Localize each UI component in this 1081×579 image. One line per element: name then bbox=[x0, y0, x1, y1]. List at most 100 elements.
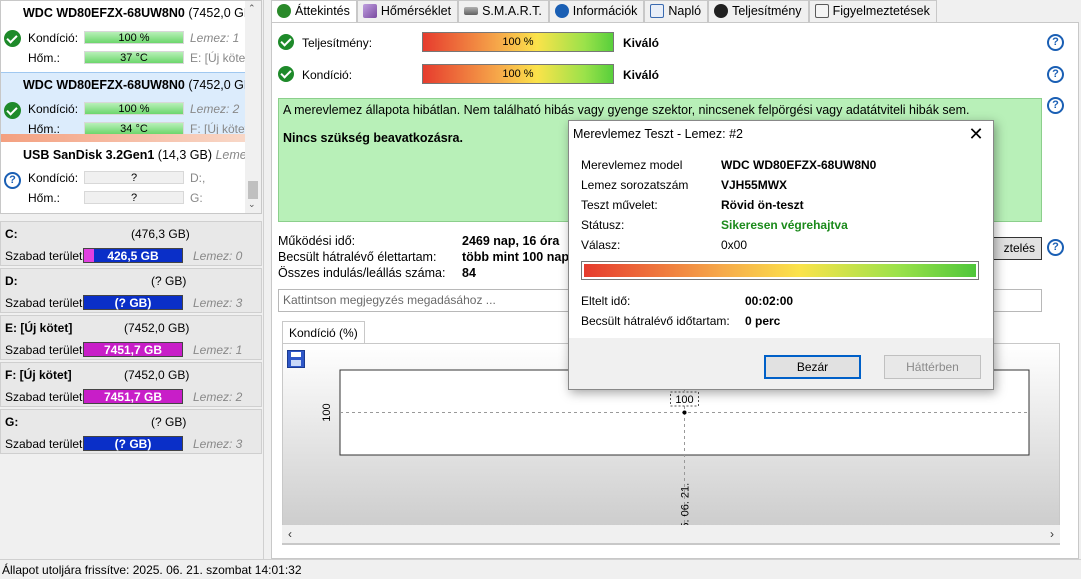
remaining-label: Becsült hátralévő időtartam: bbox=[581, 314, 730, 328]
scroll-thumb[interactable] bbox=[248, 181, 258, 199]
elapsed-value: 00:02:00 bbox=[745, 294, 794, 308]
dialog-body: Merevlemez model WDC WD80EFZX-68UW8N0 Le… bbox=[569, 148, 993, 338]
close-icon[interactable]: ✕ bbox=[967, 125, 985, 143]
dialog-field-value: VJH55MWX bbox=[721, 178, 788, 192]
scroll-down-icon[interactable]: ⌄ bbox=[248, 199, 256, 210]
smart-icon bbox=[464, 7, 479, 15]
dialog-field-label: Merevlemez model bbox=[581, 158, 683, 172]
free-space-bar: 7451,7 GB bbox=[83, 342, 183, 357]
disk-name: WDC WD80EFZX-68UW8N0 bbox=[23, 6, 185, 20]
volume-disk-index: Lemez: 2 bbox=[193, 390, 243, 404]
tab-label: Teljesítmény bbox=[732, 4, 802, 18]
help-icon[interactable]: ? bbox=[1047, 239, 1064, 256]
temp-label: Hőm.: bbox=[28, 122, 61, 136]
volume-name: E: [Új kötet] bbox=[5, 321, 73, 335]
background-button[interactable]: Háttérben bbox=[884, 355, 981, 379]
test-progress-fill bbox=[584, 264, 976, 277]
free-space-value: 426,5 GB bbox=[107, 249, 159, 263]
free-space-value: 7451,7 GB bbox=[103, 390, 163, 404]
stat-label: Működési idő: bbox=[278, 234, 356, 248]
disk-item[interactable]: USB SanDisk 3.2Gen1 (14,3 GB) Lemez: 3 ?… bbox=[1, 143, 261, 213]
volume-disk-index: Lemez: 3 bbox=[193, 437, 243, 451]
free-space-bar: 426,5 GB bbox=[83, 248, 183, 263]
help-icon[interactable]: ? bbox=[1047, 34, 1064, 51]
volume-item[interactable]: G: (? GB) Szabad terület (? GB) Lemez: 3 bbox=[0, 409, 262, 454]
volume-capacity: (7452,0 GB) bbox=[124, 321, 190, 335]
free-space-value: (? GB) bbox=[114, 296, 152, 310]
help-icon[interactable]: ? bbox=[1047, 97, 1064, 114]
remaining-value: 0 perc bbox=[745, 314, 781, 328]
data-label: 100 bbox=[675, 394, 693, 406]
performance-label: Teljesítmény: bbox=[302, 36, 373, 50]
status-description: A merevlemez állapota hibátlan. Nem talá… bbox=[283, 103, 970, 117]
disk-name: USB SanDisk 3.2Gen1 bbox=[23, 148, 155, 162]
ok-check-icon bbox=[278, 34, 294, 50]
disk-capacity: (14,3 GB) bbox=[157, 148, 212, 162]
tab-information[interactable]: Információk bbox=[548, 0, 645, 22]
test-progress-bar bbox=[581, 261, 979, 280]
dialog-titlebar: Merevlemez Teszt - Lemez: #2 ✕ bbox=[569, 121, 993, 148]
log-icon bbox=[650, 4, 665, 18]
tab-bar: Áttekintés Hőmérséklet S.M.A.R.T. Inform… bbox=[271, 0, 937, 24]
disk-index: Lemez: 2 bbox=[190, 102, 240, 116]
free-space-label: Szabad terület bbox=[5, 437, 83, 451]
scroll-left-icon[interactable]: ‹ bbox=[288, 527, 292, 541]
alerts-icon bbox=[814, 4, 829, 18]
tab-temperature[interactable]: Hőmérséklet bbox=[356, 0, 459, 22]
volume-disk-index: Lemez: 3 bbox=[193, 296, 243, 310]
volume-capacity: (? GB) bbox=[151, 415, 187, 429]
temp-label: Hőm.: bbox=[28, 51, 61, 65]
elapsed-label: Eltelt idő: bbox=[581, 294, 631, 308]
chart-scrollbar[interactable]: ‹ › bbox=[282, 525, 1060, 543]
tab-log[interactable]: Napló bbox=[644, 0, 709, 22]
stat-value: 84 bbox=[462, 266, 476, 280]
health-label: Kondíció: bbox=[302, 68, 353, 82]
temp-bar: ? bbox=[84, 191, 184, 204]
free-space-value: 7451,7 GB bbox=[103, 343, 163, 357]
health-bar: ? bbox=[84, 171, 184, 184]
volume-item[interactable]: D: (? GB) Szabad terület (? GB) Lemez: 3 bbox=[0, 268, 262, 313]
close-button[interactable]: Bezár bbox=[764, 355, 861, 379]
tab-alerts[interactable]: Figyelmeztetések bbox=[808, 0, 937, 22]
performance-rating: Kiváló bbox=[623, 36, 660, 50]
performance-icon bbox=[714, 4, 729, 18]
help-icon[interactable]: ? bbox=[1047, 66, 1064, 83]
used-space-fill bbox=[84, 249, 94, 262]
left-panel: WDC WD80EFZX-68UW8N0 (7452,0 GB) Kondíci… bbox=[0, 0, 264, 559]
chart-tab-health[interactable]: Kondíció (%) bbox=[282, 321, 365, 343]
scroll-right-icon[interactable]: › bbox=[1050, 527, 1054, 541]
volume-item[interactable]: C: (476,3 GB) Szabad terület 426,5 GB Le… bbox=[0, 221, 262, 266]
volume-disk-index: Lemez: 1 bbox=[193, 343, 243, 357]
temp-label: Hőm.: bbox=[28, 191, 61, 205]
dialog-field-value: 0x00 bbox=[721, 238, 748, 252]
disk-item[interactable]: WDC WD80EFZX-68UW8N0 (7452,0 GB) Kondíci… bbox=[1, 1, 256, 71]
free-space-label: Szabad terület bbox=[5, 249, 83, 263]
free-space-label: Szabad terület bbox=[5, 343, 83, 357]
dialog-field-value: Rövid ön-teszt bbox=[721, 198, 804, 212]
disk-list-scrollbar[interactable]: ⌃ ⌄ bbox=[245, 1, 261, 213]
free-space-value: (? GB) bbox=[114, 437, 152, 451]
tab-label: Figyelmeztetések bbox=[832, 4, 930, 18]
stat-label: Becsült hátralévő élettartam: bbox=[278, 250, 437, 264]
dialog-field-value: WDC WD80EFZX-68UW8N0 bbox=[721, 158, 877, 172]
health-label: Kondíció: bbox=[28, 31, 79, 45]
scroll-up-icon[interactable]: ⌃ bbox=[248, 3, 256, 14]
volume-item[interactable]: F: [Új kötet] (7452,0 GB) Szabad terület… bbox=[0, 362, 262, 407]
y-tick-label: 100 bbox=[321, 403, 333, 421]
thermometer-icon bbox=[362, 4, 377, 18]
volume-item[interactable]: E: [Új kötet] (7452,0 GB) Szabad terület… bbox=[0, 315, 262, 360]
tab-performance[interactable]: Teljesítmény bbox=[708, 0, 809, 22]
ok-check-icon bbox=[4, 102, 21, 119]
tab-label: Hőmérséklet bbox=[380, 4, 452, 18]
volume-capacity: (7452,0 GB) bbox=[124, 368, 190, 382]
tab-label: S.M.A.R.T. bbox=[482, 4, 542, 18]
data-point bbox=[682, 410, 687, 415]
free-space-bar: 7451,7 GB bbox=[83, 389, 183, 404]
disk-item-selected[interactable]: WDC WD80EFZX-68UW8N0 (7452,0 GB) Kondíci… bbox=[1, 72, 256, 142]
tab-overview[interactable]: Áttekintés bbox=[271, 0, 357, 24]
dialog-title: Merevlemez Teszt - Lemez: #2 bbox=[573, 127, 743, 141]
tab-smart[interactable]: S.M.A.R.T. bbox=[458, 0, 549, 22]
dialog-field-label: Státusz: bbox=[581, 218, 625, 232]
volume-ref: G: bbox=[190, 191, 203, 205]
health-bar: 100 % bbox=[422, 64, 614, 84]
